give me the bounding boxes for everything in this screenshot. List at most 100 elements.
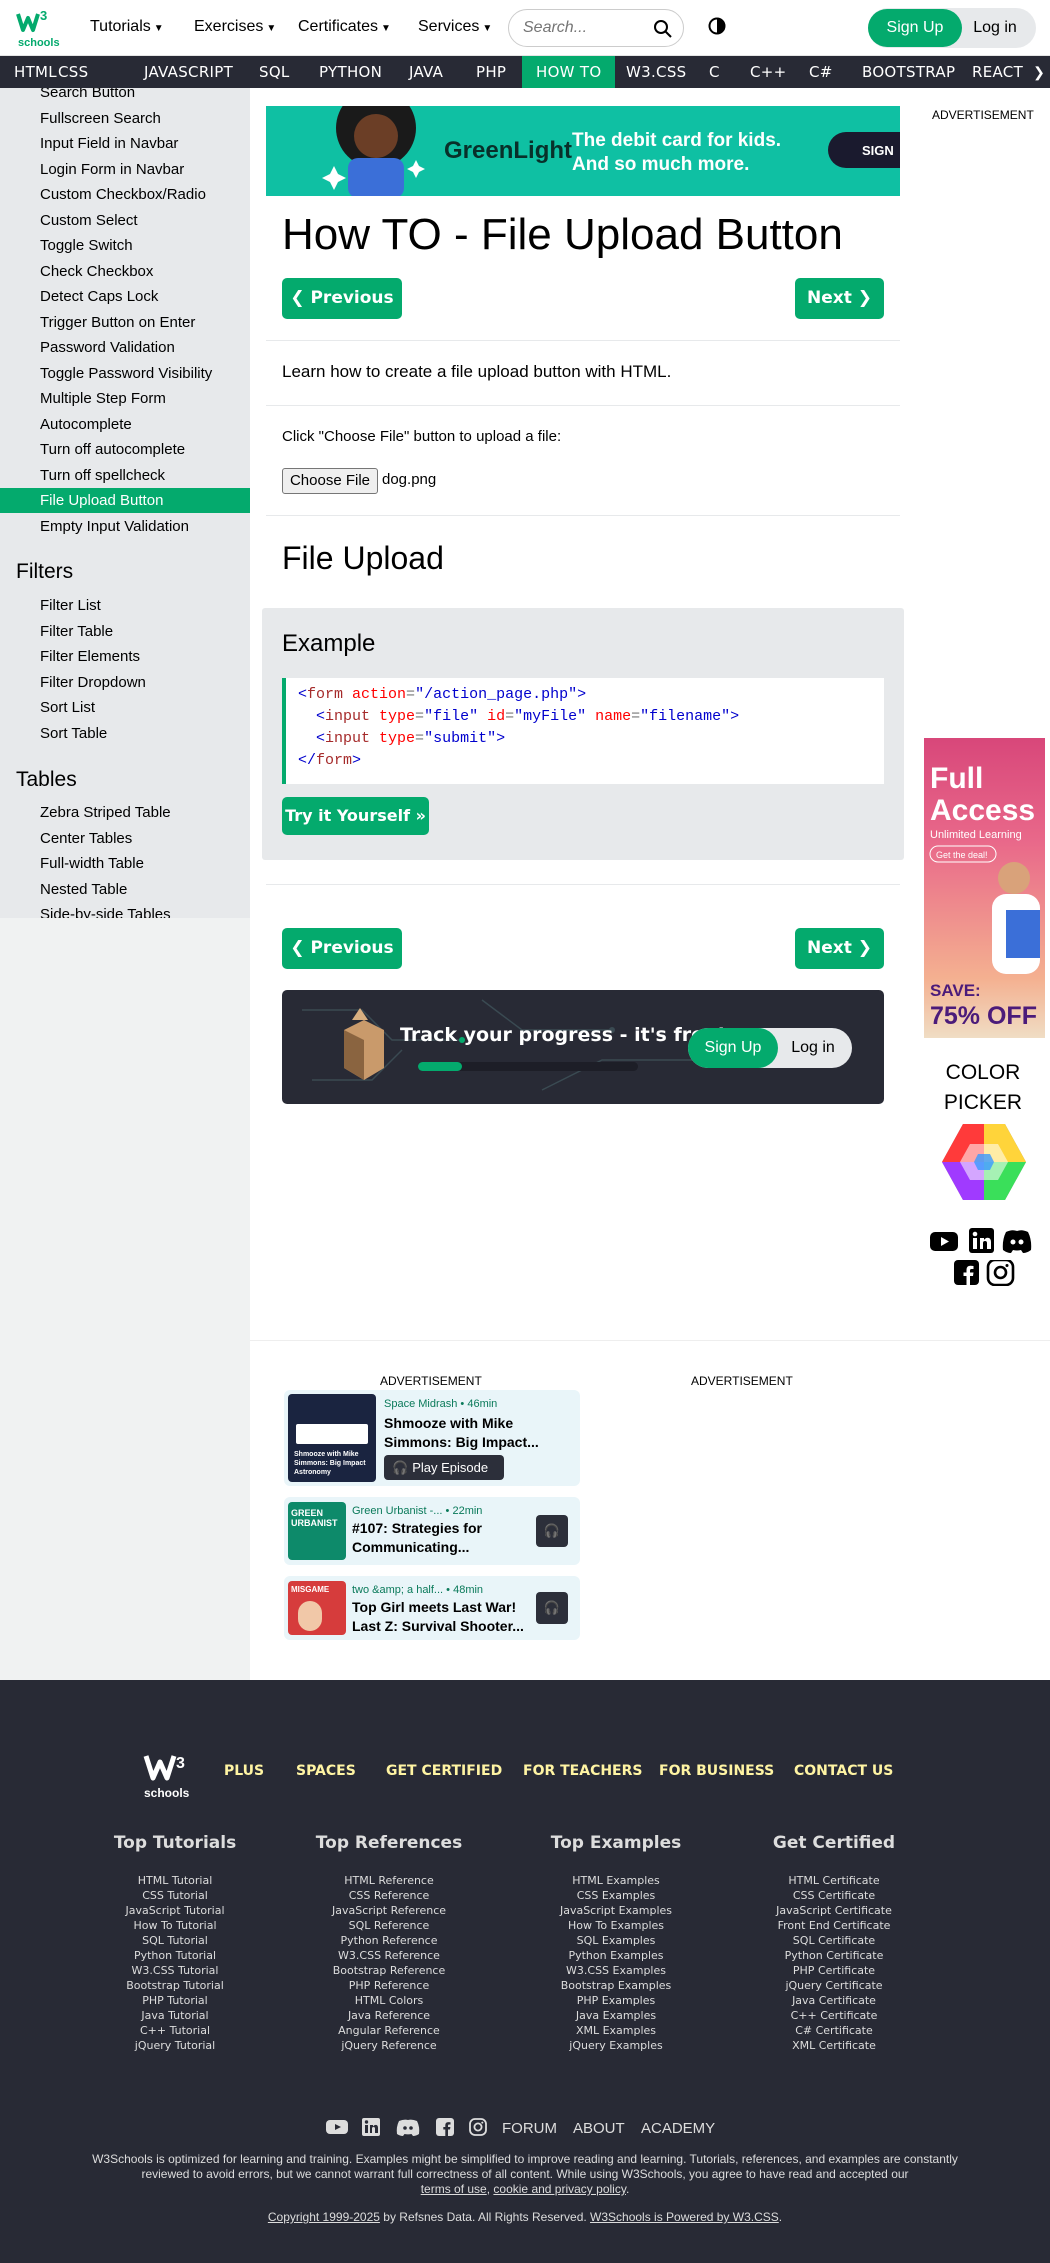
privacy-policy-link[interactable]: cookie and privacy policy (493, 2182, 626, 2196)
color-hexagon-icon[interactable] (942, 1124, 1026, 1200)
footer-link-for-business[interactable]: FOR BUSINESS (659, 1763, 774, 1779)
linkedin-icon[interactable] (966, 1228, 996, 1254)
footer-link[interactable]: Python Tutorial (75, 1948, 275, 1963)
subnav-item-sql[interactable]: SQL (245, 56, 304, 88)
previous-button-bottom[interactable]: ❮ Previous (282, 928, 402, 969)
footer-link[interactable]: PHP Reference (289, 1978, 489, 1993)
sidebar-link[interactable]: Filter Dropdown (0, 670, 250, 695)
sidebar-link[interactable]: Sort Table (0, 721, 250, 746)
footer-link[interactable]: Java Examples (516, 2008, 716, 2023)
track-login-button[interactable]: Log in (778, 1028, 848, 1068)
sidebar-link[interactable]: Full-width Table (0, 851, 250, 876)
powered-by-link[interactable]: W3Schools is Powered by W3.CSS (590, 2210, 779, 2224)
footer-link[interactable]: PHP Tutorial (75, 1993, 275, 2008)
linkedin-icon[interactable] (362, 2118, 380, 2136)
footer-link-spaces[interactable]: SPACES (296, 1763, 356, 1779)
subnav-item-python[interactable]: PYTHON (305, 56, 396, 88)
sidebar-menu[interactable]: Search Button Fullscreen Search Input Fiel… (0, 88, 250, 918)
sidebar-link[interactable]: Toggle Password Visibility (0, 361, 250, 386)
youtube-icon[interactable] (326, 2118, 348, 2136)
discord-icon[interactable] (396, 2118, 420, 2136)
youtube-icon[interactable] (929, 1228, 959, 1254)
play-episode-button[interactable]: 🎧 Play Episode (384, 1455, 504, 1480)
footer-link[interactable]: W3.CSS Reference (289, 1948, 489, 1963)
footer-link[interactable]: CSS Tutorial (75, 1888, 275, 1903)
search-input[interactable] (523, 19, 653, 37)
full-access-ad[interactable]: Full Access Unlimited Learning Get the d… (924, 738, 1045, 1038)
sidebar-link[interactable]: Nested Table (0, 877, 250, 902)
footer-link[interactable]: W3.CSS Examples (516, 1963, 716, 1978)
footer-academy-link[interactable]: ACADEMY (641, 2120, 715, 2137)
try-it-yourself-button[interactable]: Try it Yourself » (282, 797, 429, 835)
sidebar-link[interactable]: Search Button (0, 88, 250, 105)
footer-link[interactable]: jQuery Examples (516, 2038, 716, 2053)
footer-link[interactable]: CSS Certificate (734, 1888, 934, 1903)
sidebar-link[interactable]: Input Field in Navbar (0, 131, 250, 156)
footer-link[interactable]: CSS Examples (516, 1888, 716, 1903)
sidebar-link[interactable]: Custom Select (0, 208, 250, 233)
footer-about-link[interactable]: ABOUT (573, 2120, 625, 2137)
sidebar-link[interactable]: Toggle Switch (0, 233, 250, 258)
footer-link-contact-us[interactable]: CONTACT US (794, 1763, 893, 1779)
footer-link[interactable]: jQuery Certificate (734, 1978, 934, 1993)
nav-tutorials[interactable]: Tutorials ▼ (90, 18, 164, 36)
footer-link[interactable]: XML Examples (516, 2023, 716, 2038)
subnav-item-c-[interactable]: C++ (736, 56, 801, 88)
podcast-ad-card[interactable]: MISGAME two &amp; a half... • 48min Top … (284, 1576, 580, 1640)
sidebar-link[interactable]: Filter Table (0, 619, 250, 644)
chevron-right-icon[interactable]: ❯ (1028, 56, 1050, 88)
track-signup-button[interactable]: Sign Up (688, 1028, 778, 1068)
choose-file-button[interactable]: Choose File (282, 468, 378, 494)
sidebar-link[interactable]: Filter Elements (0, 644, 250, 669)
sidebar-link[interactable]: Side-by-side Tables (0, 902, 250, 918)
discord-icon[interactable] (1002, 1228, 1032, 1254)
facebook-icon[interactable] (436, 2118, 454, 2136)
facebook-icon[interactable] (951, 1260, 981, 1286)
color-picker-link[interactable]: COLOR PICKER (920, 1058, 1046, 1118)
footer-link-for-teachers[interactable]: FOR TEACHERS (523, 1763, 643, 1779)
sidebar-link[interactable]: Filter List (0, 593, 250, 618)
footer-link[interactable]: Front End Certificate (734, 1918, 934, 1933)
footer-link-get-certified[interactable]: GET CERTIFIED (386, 1763, 502, 1779)
login-button[interactable]: Log in (962, 9, 1028, 47)
footer-link[interactable]: SQL Certificate (734, 1933, 934, 1948)
footer-link[interactable]: XML Certificate (734, 2038, 934, 2053)
footer-link[interactable]: Python Certificate (734, 1948, 934, 1963)
footer-link[interactable]: PHP Certificate (734, 1963, 934, 1978)
nav-certificates[interactable]: Certificates ▼ (298, 18, 391, 36)
footer-link[interactable]: Java Tutorial (75, 2008, 275, 2023)
w3schools-footer-logo[interactable]: 3 schools (142, 1752, 196, 1800)
footer-link[interactable]: Python Examples (516, 1948, 716, 1963)
sidebar-link[interactable]: Zebra Striped Table (0, 800, 250, 825)
subnav-item-c-[interactable]: C# (795, 56, 847, 88)
footer-link[interactable]: Bootstrap Tutorial (75, 1978, 275, 1993)
nav-exercises[interactable]: Exercises ▼ (194, 18, 276, 36)
headphones-icon[interactable]: 🎧 (536, 1592, 568, 1624)
footer-link[interactable]: Java Certificate (734, 1993, 934, 2008)
footer-link[interactable]: How To Tutorial (75, 1918, 275, 1933)
sidebar-link[interactable]: Empty Input Validation (0, 514, 250, 539)
subnav-item-how-to[interactable]: HOW TO (522, 56, 616, 88)
subnav-item-php[interactable]: PHP (462, 56, 520, 88)
footer-forum-link[interactable]: FORUM (502, 2120, 557, 2137)
footer-link-plus[interactable]: PLUS (224, 1763, 264, 1779)
next-button-bottom[interactable]: Next ❯ (795, 928, 884, 969)
sidebar-link[interactable]: Autocomplete (0, 412, 250, 437)
footer-link[interactable]: C++ Certificate (734, 2008, 934, 2023)
greenlight-ad-banner[interactable]: GreenLight The debit card for kids. And … (266, 106, 900, 196)
subnav-item-java[interactable]: JAVA (395, 56, 457, 88)
sidebar-link[interactable]: Fullscreen Search (0, 106, 250, 131)
footer-link[interactable]: How To Examples (516, 1918, 716, 1933)
footer-link[interactable]: Angular Reference (289, 2023, 489, 2038)
footer-link[interactable]: jQuery Tutorial (75, 2038, 275, 2053)
subnav-item-css[interactable]: CSS (44, 56, 102, 88)
podcast-ad-card[interactable]: GREEN URBANIST Green Urbanist -... • 22m… (284, 1497, 580, 1565)
footer-link[interactable]: C# Certificate (734, 2023, 934, 2038)
search-icon[interactable] (653, 19, 673, 39)
footer-link[interactable]: SQL Reference (289, 1918, 489, 1933)
footer-link[interactable]: HTML Tutorial (75, 1873, 275, 1888)
footer-link[interactable]: JavaScript Certificate (734, 1903, 934, 1918)
podcast-ad-card[interactable]: Shmooze with Mike Simmons: Big Impact As… (284, 1390, 580, 1486)
sidebar-link[interactable]: Turn off autocomplete (0, 437, 250, 462)
footer-link[interactable]: SQL Tutorial (75, 1933, 275, 1948)
